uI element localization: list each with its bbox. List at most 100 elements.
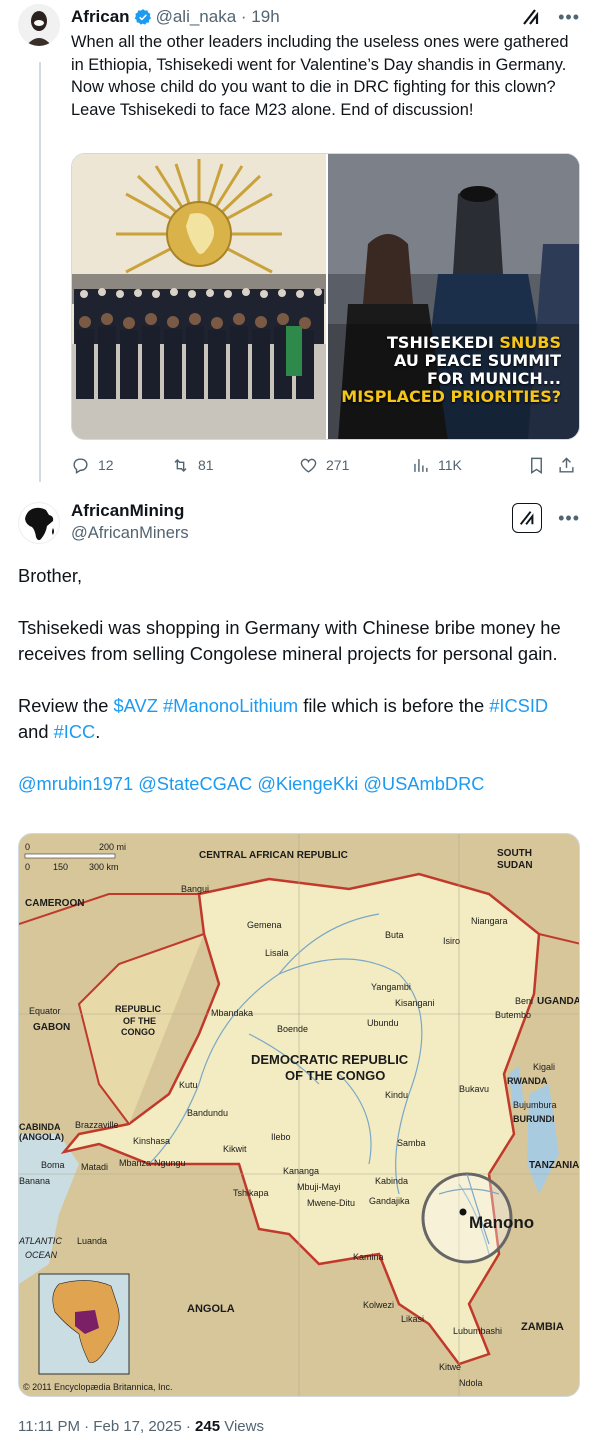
svg-text:Ilebo: Ilebo: [271, 1132, 291, 1142]
label-angola: ANGOLA: [187, 1303, 235, 1315]
bookmark-icon: [531, 457, 542, 474]
views-count: 11K: [438, 457, 462, 473]
tweet-text: Brother, Tshisekedi was shopping in Germ…: [18, 563, 578, 823]
label-uganda: UGANDA: [537, 996, 580, 1007]
avatar[interactable]: [18, 4, 60, 46]
label-gabon: GABON: [33, 1022, 70, 1033]
more-options-icon[interactable]: •••: [558, 509, 580, 527]
label-roc-1: REPUBLIC: [115, 1004, 162, 1014]
svg-text:Ndola: Ndola: [459, 1378, 483, 1388]
svg-text:Kindu: Kindu: [385, 1090, 408, 1100]
hashtag-link[interactable]: #ICC: [54, 721, 96, 742]
share-button[interactable]: [557, 456, 581, 475]
grok-icon[interactable]: [520, 6, 542, 28]
svg-text:Lubumbashi: Lubumbashi: [453, 1326, 502, 1336]
svg-text:Bujumbura: Bujumbura: [513, 1100, 557, 1110]
text-span: and: [18, 721, 54, 742]
more-options-icon[interactable]: •••: [558, 8, 580, 26]
avatar[interactable]: [18, 502, 60, 544]
reply-button[interactable]: 12: [71, 456, 171, 475]
text-span: .: [95, 721, 101, 742]
label-drc-2: OF THE CONGO: [285, 1068, 385, 1083]
svg-text:Gemena: Gemena: [247, 920, 282, 930]
cashtag-link[interactable]: $AVZ: [114, 695, 158, 716]
repost-button[interactable]: 81: [171, 456, 299, 475]
svg-text:Brazzaville: Brazzaville: [75, 1120, 119, 1130]
mention-link[interactable]: @mrubin1971: [18, 773, 133, 794]
paragraph-mentions: @mrubin1971 @StateCGAC @KiengeKki @USAmb…: [18, 771, 578, 797]
caption-line2: AU PEACE SUMMIT: [394, 351, 561, 370]
svg-text:Banana: Banana: [19, 1176, 50, 1186]
views-button[interactable]: 11K: [411, 456, 527, 475]
svg-text:Mbuji-Mayi: Mbuji-Mayi: [297, 1182, 341, 1192]
svg-text:Ubundu: Ubundu: [367, 1018, 399, 1028]
like-button[interactable]: 271: [299, 456, 411, 475]
paragraph-greeting: Brother,: [18, 565, 83, 586]
repost-icon: [174, 458, 187, 472]
view-count: 245: [195, 1418, 221, 1435]
svg-text:Samba: Samba: [397, 1138, 426, 1148]
label-south-sudan-1: SOUTH: [497, 848, 532, 859]
drc-map-image[interactable]: 0 200 mi 0 150 300 km CENTRAL AFRICAN RE…: [18, 833, 580, 1397]
text-span: file which is before the: [298, 695, 490, 716]
mention-link[interactable]: @USAmbDRC: [363, 773, 484, 794]
svg-text:Boende: Boende: [277, 1024, 308, 1034]
scale-zero: 0: [25, 842, 30, 852]
svg-text:Matadi: Matadi: [81, 1162, 108, 1172]
tweet-media[interactable]: TSHISEKEDI SNUBS AU PEACE SUMMIT FOR MUN…: [71, 153, 580, 440]
mention-link[interactable]: @StateCGAC: [138, 773, 252, 794]
svg-text:Kinshasa: Kinshasa: [133, 1136, 170, 1146]
svg-text:Kolwezi: Kolwezi: [363, 1300, 394, 1310]
scale-km-300: 300 km: [89, 862, 119, 872]
scale-km-0: 0: [25, 862, 30, 872]
mention-link[interactable]: @KiengeKki: [257, 773, 358, 794]
svg-text:Likasi: Likasi: [401, 1314, 424, 1324]
label-burundi: BURUNDI: [513, 1114, 555, 1124]
tweet-meta: 11:11 PM · Feb 17, 2025 · 245 Views: [18, 1418, 264, 1435]
analytics-icon: [414, 458, 428, 472]
scale-top: 200 mi: [99, 842, 126, 852]
africa-inset-map: [38, 1273, 130, 1375]
svg-text:Butembo: Butembo: [495, 1010, 531, 1020]
hashtag-link[interactable]: #ICSID: [489, 695, 548, 716]
svg-text:Tshikapa: Tshikapa: [233, 1188, 269, 1198]
reply-icon: [73, 457, 88, 474]
munich-arrival-photo[interactable]: TSHISEKEDI SNUBS AU PEACE SUMMIT FOR MUN…: [328, 154, 579, 439]
map-copyright: © 2011 Encyclopædia Britannica, Inc.: [23, 1382, 173, 1392]
caption-line1b: SNUBS: [499, 333, 561, 352]
separator-dot: ·: [236, 7, 252, 26]
svg-text:Kitwe: Kitwe: [439, 1362, 461, 1372]
text-span: Review the: [18, 695, 114, 716]
caption-line1a: TSHISEKEDI: [387, 333, 500, 352]
like-count: 271: [326, 457, 350, 473]
grok-icon[interactable]: [512, 503, 543, 533]
author-handle[interactable]: @ali_naka: [156, 7, 237, 27]
svg-text:Gandajika: Gandajika: [369, 1196, 410, 1206]
label-car: CENTRAL AFRICAN REPUBLIC: [199, 850, 348, 861]
timestamp[interactable]: 11:11 PM · Feb 17, 2025 ·: [18, 1418, 195, 1435]
svg-text:Bukavu: Bukavu: [459, 1084, 489, 1094]
svg-text:Bangui: Bangui: [181, 884, 209, 894]
svg-text:Kabinda: Kabinda: [375, 1176, 408, 1186]
label-atlantic-1: ATLANTIC: [19, 1236, 62, 1246]
label-cameroon: CAMEROON: [25, 898, 84, 909]
tweet-header: African @ali_naka · 19h •••: [71, 6, 580, 28]
svg-text:Beni: Beni: [515, 996, 533, 1006]
label-cabinda-2: (ANGOLA): [19, 1132, 64, 1142]
paragraph-main: Tshisekedi was shopping in Germany with …: [18, 617, 561, 664]
tweet-time[interactable]: 19h: [251, 7, 279, 27]
svg-text:Kisangani: Kisangani: [395, 998, 435, 1008]
au-summit-photo[interactable]: [72, 154, 326, 439]
author-handle[interactable]: @AfricanMiners: [71, 524, 189, 543]
heart-icon: [300, 458, 317, 473]
author-name[interactable]: AfricanMining: [71, 501, 184, 521]
label-roc-2: OF THE: [123, 1016, 156, 1026]
author-name[interactable]: African: [71, 7, 130, 27]
svg-text:Kigali: Kigali: [533, 1062, 555, 1072]
bookmark-button[interactable]: [527, 456, 557, 475]
svg-text:Boma: Boma: [41, 1160, 65, 1170]
paragraph-review: Review the $AVZ #ManonoLithium file whic…: [18, 693, 578, 745]
svg-text:Isiro: Isiro: [443, 936, 460, 946]
hashtag-link[interactable]: #ManonoLithium: [163, 695, 298, 716]
caption-line4: MISPLACED PRIORITIES?: [341, 387, 561, 406]
